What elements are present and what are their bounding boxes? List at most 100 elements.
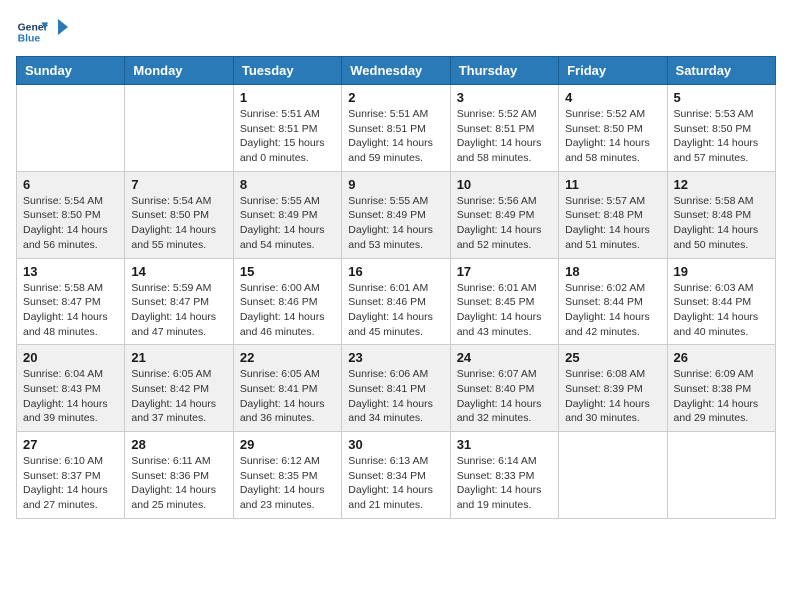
day-detail: Sunrise: 5:51 AMSunset: 8:51 PMDaylight:…: [348, 108, 433, 164]
calendar-day: 1 Sunrise: 5:51 AMSunset: 8:51 PMDayligh…: [233, 85, 341, 172]
day-number: 21: [131, 350, 226, 365]
day-number: 8: [240, 177, 335, 192]
day-number: 15: [240, 264, 335, 279]
empty-cell: [17, 85, 125, 172]
day-detail: Sunrise: 5:58 AMSunset: 8:48 PMDaylight:…: [674, 195, 759, 251]
day-detail: Sunrise: 6:05 AMSunset: 8:42 PMDaylight:…: [131, 368, 216, 424]
day-number: 23: [348, 350, 443, 365]
day-detail: Sunrise: 5:54 AMSunset: 8:50 PMDaylight:…: [23, 195, 108, 251]
weekday-header: Sunday: [17, 57, 125, 85]
calendar-table: SundayMondayTuesdayWednesdayThursdayFrid…: [16, 56, 776, 519]
day-detail: Sunrise: 5:58 AMSunset: 8:47 PMDaylight:…: [23, 282, 108, 338]
calendar-day: 13 Sunrise: 5:58 AMSunset: 8:47 PMDaylig…: [17, 258, 125, 345]
day-number: 20: [23, 350, 118, 365]
day-number: 2: [348, 90, 443, 105]
day-number: 31: [457, 437, 552, 452]
day-detail: Sunrise: 6:14 AMSunset: 8:33 PMDaylight:…: [457, 455, 542, 511]
day-number: 18: [565, 264, 660, 279]
calendar-day: 20 Sunrise: 6:04 AMSunset: 8:43 PMDaylig…: [17, 345, 125, 432]
day-number: 26: [674, 350, 769, 365]
day-detail: Sunrise: 6:13 AMSunset: 8:34 PMDaylight:…: [348, 455, 433, 511]
calendar-day: 21 Sunrise: 6:05 AMSunset: 8:42 PMDaylig…: [125, 345, 233, 432]
calendar-day: 23 Sunrise: 6:06 AMSunset: 8:41 PMDaylig…: [342, 345, 450, 432]
calendar-day: 10 Sunrise: 5:56 AMSunset: 8:49 PMDaylig…: [450, 171, 558, 258]
day-number: 24: [457, 350, 552, 365]
day-detail: Sunrise: 6:03 AMSunset: 8:44 PMDaylight:…: [674, 282, 759, 338]
day-detail: Sunrise: 5:54 AMSunset: 8:50 PMDaylight:…: [131, 195, 216, 251]
day-detail: Sunrise: 5:55 AMSunset: 8:49 PMDaylight:…: [348, 195, 433, 251]
weekday-header: Monday: [125, 57, 233, 85]
day-detail: Sunrise: 6:01 AMSunset: 8:46 PMDaylight:…: [348, 282, 433, 338]
day-detail: Sunrise: 5:56 AMSunset: 8:49 PMDaylight:…: [457, 195, 542, 251]
day-number: 30: [348, 437, 443, 452]
calendar-day: 3 Sunrise: 5:52 AMSunset: 8:51 PMDayligh…: [450, 85, 558, 172]
calendar-day: 2 Sunrise: 5:51 AMSunset: 8:51 PMDayligh…: [342, 85, 450, 172]
empty-cell: [125, 85, 233, 172]
day-number: 16: [348, 264, 443, 279]
day-number: 13: [23, 264, 118, 279]
calendar-day: 30 Sunrise: 6:13 AMSunset: 8:34 PMDaylig…: [342, 432, 450, 519]
day-number: 6: [23, 177, 118, 192]
day-number: 4: [565, 90, 660, 105]
calendar-day: 22 Sunrise: 6:05 AMSunset: 8:41 PMDaylig…: [233, 345, 341, 432]
day-detail: Sunrise: 6:00 AMSunset: 8:46 PMDaylight:…: [240, 282, 325, 338]
day-detail: Sunrise: 6:08 AMSunset: 8:39 PMDaylight:…: [565, 368, 650, 424]
day-number: 27: [23, 437, 118, 452]
calendar-day: 8 Sunrise: 5:55 AMSunset: 8:49 PMDayligh…: [233, 171, 341, 258]
day-detail: Sunrise: 6:12 AMSunset: 8:35 PMDaylight:…: [240, 455, 325, 511]
day-number: 22: [240, 350, 335, 365]
calendar-day: 5 Sunrise: 5:53 AMSunset: 8:50 PMDayligh…: [667, 85, 775, 172]
empty-cell: [667, 432, 775, 519]
day-detail: Sunrise: 6:06 AMSunset: 8:41 PMDaylight:…: [348, 368, 433, 424]
weekday-header: Wednesday: [342, 57, 450, 85]
day-number: 29: [240, 437, 335, 452]
calendar-day: 6 Sunrise: 5:54 AMSunset: 8:50 PMDayligh…: [17, 171, 125, 258]
day-detail: Sunrise: 6:02 AMSunset: 8:44 PMDaylight:…: [565, 282, 650, 338]
calendar-day: 27 Sunrise: 6:10 AMSunset: 8:37 PMDaylig…: [17, 432, 125, 519]
day-number: 14: [131, 264, 226, 279]
calendar-day: 25 Sunrise: 6:08 AMSunset: 8:39 PMDaylig…: [559, 345, 667, 432]
day-detail: Sunrise: 5:55 AMSunset: 8:49 PMDaylight:…: [240, 195, 325, 251]
calendar-day: 28 Sunrise: 6:11 AMSunset: 8:36 PMDaylig…: [125, 432, 233, 519]
day-detail: Sunrise: 6:07 AMSunset: 8:40 PMDaylight:…: [457, 368, 542, 424]
calendar-day: 18 Sunrise: 6:02 AMSunset: 8:44 PMDaylig…: [559, 258, 667, 345]
empty-cell: [559, 432, 667, 519]
day-detail: Sunrise: 6:04 AMSunset: 8:43 PMDaylight:…: [23, 368, 108, 424]
day-number: 17: [457, 264, 552, 279]
calendar-day: 15 Sunrise: 6:00 AMSunset: 8:46 PMDaylig…: [233, 258, 341, 345]
day-detail: Sunrise: 5:53 AMSunset: 8:50 PMDaylight:…: [674, 108, 759, 164]
calendar-day: 9 Sunrise: 5:55 AMSunset: 8:49 PMDayligh…: [342, 171, 450, 258]
weekday-header: Thursday: [450, 57, 558, 85]
day-detail: Sunrise: 5:52 AMSunset: 8:51 PMDaylight:…: [457, 108, 542, 164]
day-number: 10: [457, 177, 552, 192]
day-detail: Sunrise: 6:05 AMSunset: 8:41 PMDaylight:…: [240, 368, 325, 424]
calendar-day: 26 Sunrise: 6:09 AMSunset: 8:38 PMDaylig…: [667, 345, 775, 432]
logo: General Blue: [16, 16, 68, 48]
day-detail: Sunrise: 6:10 AMSunset: 8:37 PMDaylight:…: [23, 455, 108, 511]
day-number: 25: [565, 350, 660, 365]
day-number: 11: [565, 177, 660, 192]
calendar-day: 29 Sunrise: 6:12 AMSunset: 8:35 PMDaylig…: [233, 432, 341, 519]
day-number: 19: [674, 264, 769, 279]
day-detail: Sunrise: 5:51 AMSunset: 8:51 PMDaylight:…: [240, 108, 325, 164]
page-header: General Blue: [16, 16, 776, 48]
day-number: 7: [131, 177, 226, 192]
calendar-day: 14 Sunrise: 5:59 AMSunset: 8:47 PMDaylig…: [125, 258, 233, 345]
day-detail: Sunrise: 6:11 AMSunset: 8:36 PMDaylight:…: [131, 455, 216, 511]
day-detail: Sunrise: 5:59 AMSunset: 8:47 PMDaylight:…: [131, 282, 216, 338]
weekday-header: Saturday: [667, 57, 775, 85]
logo-triangle: [48, 17, 68, 37]
day-number: 3: [457, 90, 552, 105]
calendar-day: 19 Sunrise: 6:03 AMSunset: 8:44 PMDaylig…: [667, 258, 775, 345]
svg-text:Blue: Blue: [18, 34, 41, 45]
calendar-day: 31 Sunrise: 6:14 AMSunset: 8:33 PMDaylig…: [450, 432, 558, 519]
logo-icon: General Blue: [16, 16, 48, 48]
day-detail: Sunrise: 6:01 AMSunset: 8:45 PMDaylight:…: [457, 282, 542, 338]
day-number: 9: [348, 177, 443, 192]
calendar-day: 17 Sunrise: 6:01 AMSunset: 8:45 PMDaylig…: [450, 258, 558, 345]
calendar-day: 24 Sunrise: 6:07 AMSunset: 8:40 PMDaylig…: [450, 345, 558, 432]
calendar-day: 4 Sunrise: 5:52 AMSunset: 8:50 PMDayligh…: [559, 85, 667, 172]
day-number: 5: [674, 90, 769, 105]
calendar-day: 12 Sunrise: 5:58 AMSunset: 8:48 PMDaylig…: [667, 171, 775, 258]
calendar-day: 16 Sunrise: 6:01 AMSunset: 8:46 PMDaylig…: [342, 258, 450, 345]
